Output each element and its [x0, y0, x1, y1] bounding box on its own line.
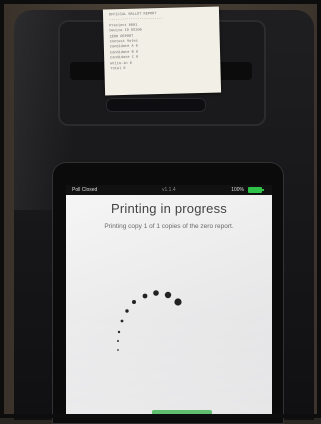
touch-screen[interactable] [66, 185, 272, 418]
status-bar: Poll Closed v1.1.4 100% [66, 185, 272, 195]
bottom-green-tab[interactable] [152, 410, 212, 418]
printer-paper-button[interactable] [106, 98, 206, 112]
screen-subtitle: Printing copy 1 of 1 copies of the zero … [104, 223, 234, 230]
battery-full-icon [248, 187, 264, 193]
printed-receipt: OFFICIAL BALLOT REPORT -----------------… [102, 6, 222, 96]
version-text: v1.1.4 [162, 187, 176, 193]
battery-percent: 100% [231, 187, 244, 193]
poll-status-text: Poll Closed [72, 187, 98, 193]
screen-title: Printing in progress [111, 201, 227, 216]
